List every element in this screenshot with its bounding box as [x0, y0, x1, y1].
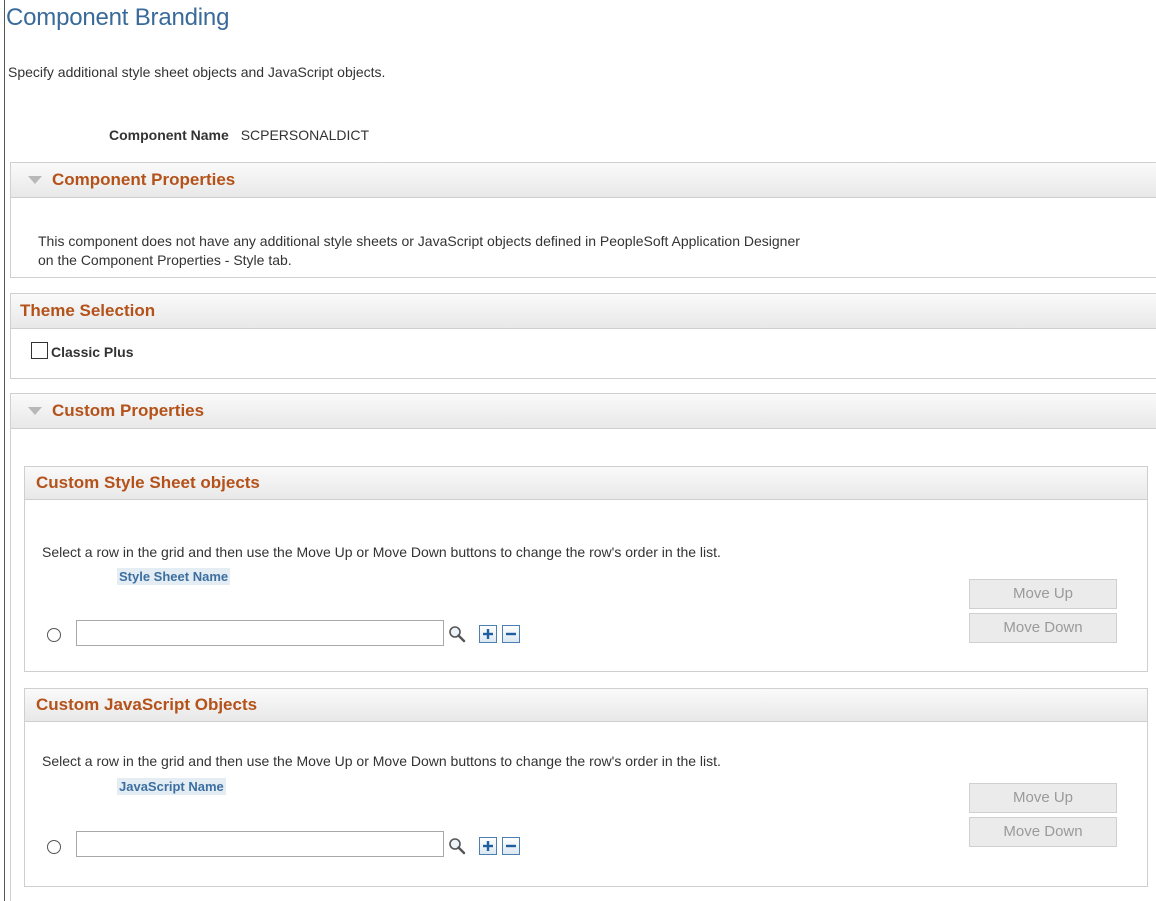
theme-selection-header: Theme Selection — [11, 294, 1156, 329]
component-name-label: Component Name — [109, 127, 229, 143]
collapse-triangle-icon[interactable] — [28, 176, 42, 184]
component-name-value: SCPERSONALDICT — [240, 127, 370, 143]
add-row-button[interactable] — [479, 837, 497, 855]
collapse-triangle-icon[interactable] — [28, 407, 42, 415]
style-sheet-move-up-button[interactable]: Move Up — [969, 579, 1117, 609]
delete-row-button[interactable] — [502, 837, 520, 855]
minus-icon — [506, 844, 516, 848]
component-properties-message-line1: This component does not have any additio… — [38, 233, 800, 249]
magnifier-icon[interactable] — [448, 837, 466, 855]
style-sheet-objects-title: Custom Style Sheet objects — [36, 473, 260, 492]
component-properties-message-line2: on the Component Properties - Style tab. — [38, 252, 292, 268]
theme-selection-section: Theme Selection Classic Plus — [10, 293, 1156, 379]
page-title: Component Branding — [6, 4, 230, 31]
classic-plus-checkbox[interactable] — [31, 342, 48, 359]
javascript-row-radio[interactable] — [47, 840, 61, 854]
javascript-move-down-button[interactable]: Move Down — [969, 817, 1117, 847]
style-sheet-grid-help: Select a row in the grid and then use th… — [42, 544, 721, 560]
javascript-name-column-header[interactable]: JavaScript Name — [117, 778, 226, 795]
add-row-button[interactable] — [479, 625, 497, 643]
component-properties-title: Component Properties — [52, 170, 236, 189]
javascript-move-up-button[interactable]: Move Up — [969, 783, 1117, 813]
style-sheet-row-radio[interactable] — [47, 628, 61, 642]
javascript-objects-title: Custom JavaScript Objects — [36, 695, 258, 714]
plus-icon — [483, 629, 493, 639]
page-instructions: Specify additional style sheet objects a… — [8, 64, 386, 80]
component-properties-header[interactable]: Component Properties — [11, 163, 1156, 198]
style-sheet-move-down-button[interactable]: Move Down — [969, 613, 1117, 643]
left-border — [4, 0, 5, 901]
delete-row-button[interactable] — [502, 625, 520, 643]
magnifier-icon[interactable] — [448, 625, 466, 643]
plus-icon — [483, 841, 493, 851]
component-properties-section: Component Properties This component does… — [10, 162, 1156, 278]
component-name-row: Component Name SCPERSONALDICT — [109, 127, 369, 143]
javascript-objects-section: Custom JavaScript Objects Select a row i… — [24, 688, 1148, 887]
javascript-grid-help: Select a row in the grid and then use th… — [42, 753, 721, 769]
style-sheet-objects-header: Custom Style Sheet objects — [25, 467, 1147, 500]
style-sheet-name-column-header[interactable]: Style Sheet Name — [117, 568, 231, 585]
javascript-name-input[interactable] — [76, 831, 444, 857]
javascript-objects-header: Custom JavaScript Objects — [25, 689, 1147, 722]
classic-plus-label[interactable]: Classic Plus — [51, 344, 134, 360]
minus-icon — [506, 632, 516, 636]
custom-properties-header[interactable]: Custom Properties — [11, 394, 1156, 429]
style-sheet-name-input[interactable] — [76, 620, 444, 646]
theme-selection-title: Theme Selection — [20, 301, 156, 320]
component-properties-message: This component does not have any additio… — [38, 232, 800, 270]
custom-properties-title: Custom Properties — [52, 401, 205, 420]
style-sheet-objects-section: Custom Style Sheet objects Select a row … — [24, 466, 1148, 672]
